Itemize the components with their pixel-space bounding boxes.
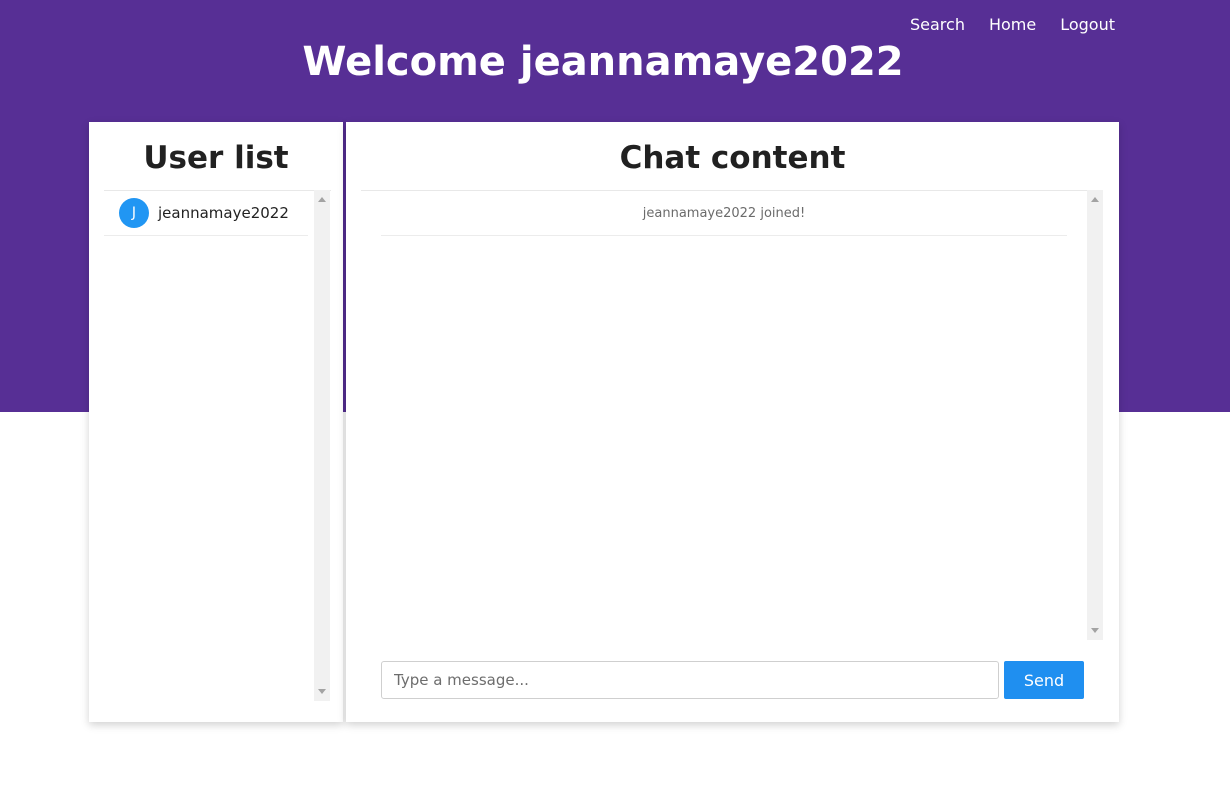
nav-home-link[interactable]: Home: [989, 14, 1036, 36]
chat-system-message: jeannamaye2022 joined!: [381, 191, 1067, 236]
user-list-scrollbar[interactable]: [314, 190, 330, 701]
nav-search-link[interactable]: Search: [910, 14, 965, 36]
chat-scrollbar[interactable]: [1087, 190, 1103, 640]
send-button[interactable]: Send: [1004, 661, 1084, 699]
nav-logout-link[interactable]: Logout: [1060, 14, 1115, 36]
user-list-panel: User list J jeannamaye2022: [89, 122, 343, 722]
user-list-item[interactable]: J jeannamaye2022: [104, 191, 308, 236]
top-nav: Search Home Logout: [886, 14, 1115, 36]
avatar: J: [119, 198, 149, 228]
chat-panel: Chat content jeannamaye2022 joined! Send: [346, 122, 1119, 722]
scroll-down-arrow-icon[interactable]: [1091, 628, 1099, 633]
user-name: jeannamaye2022: [158, 204, 289, 222]
scroll-up-arrow-icon[interactable]: [1091, 197, 1099, 202]
message-input[interactable]: [381, 661, 999, 699]
scroll-down-arrow-icon[interactable]: [318, 689, 326, 694]
message-composer: Send: [381, 661, 1084, 699]
welcome-heading: Welcome jeannamaye2022: [302, 39, 904, 85]
user-list: J jeannamaye2022: [104, 190, 331, 702]
chat-message-list: jeannamaye2022 joined!: [361, 190, 1103, 641]
user-list-title: User list: [143, 140, 289, 176]
scroll-up-arrow-icon[interactable]: [318, 197, 326, 202]
chat-title: Chat content: [619, 140, 846, 176]
